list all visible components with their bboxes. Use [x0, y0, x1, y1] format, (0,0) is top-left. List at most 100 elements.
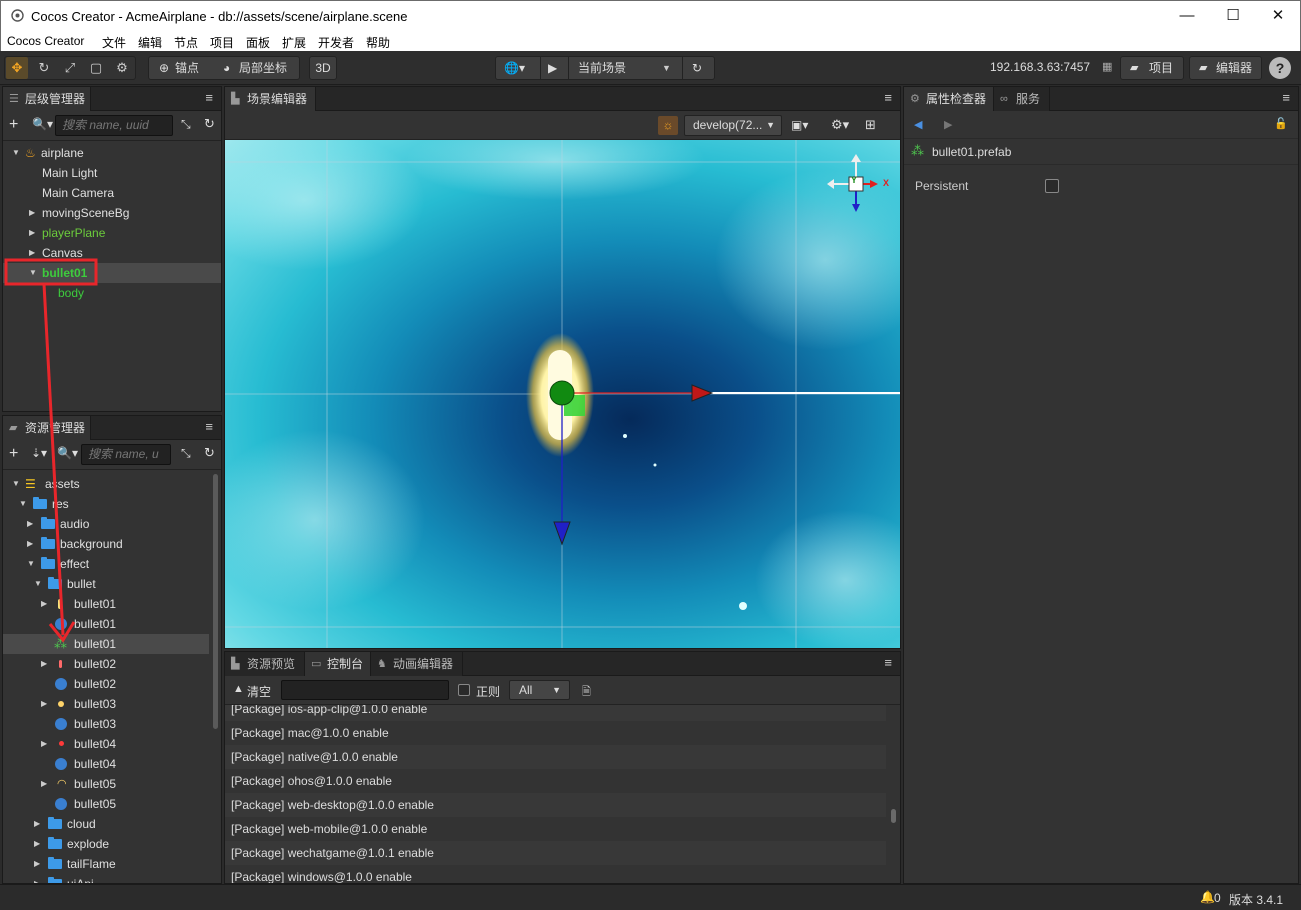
- asset-item-uiapi[interactable]: ▶ uiApi: [3, 874, 221, 883]
- console-scrollbar[interactable]: [891, 809, 896, 823]
- local-coord-button[interactable]: 局部坐标: [239, 57, 287, 79]
- menu-edit[interactable]: 编辑: [138, 34, 162, 51]
- add-node-icon[interactable]: +: [9, 116, 18, 134]
- expand-arrow-icon[interactable]: ▼: [27, 554, 37, 574]
- asset-item-bullet-folder[interactable]: ▼ bullet: [3, 574, 221, 594]
- build-select[interactable]: develop(72... ▼: [684, 115, 782, 136]
- tree-node-main-light[interactable]: Main Light: [3, 163, 221, 183]
- lock-icon[interactable]: 🔓: [1274, 117, 1288, 130]
- panel-menu-icon[interactable]: ≡: [884, 90, 892, 105]
- camera-icon[interactable]: ▣▾: [791, 118, 808, 132]
- asset-item-audio[interactable]: ▶ audio: [3, 514, 221, 534]
- maximize-button[interactable]: ☐: [1210, 1, 1256, 32]
- maximize-view-icon[interactable]: ⊞: [865, 117, 876, 133]
- menu-file[interactable]: 文件: [102, 34, 126, 51]
- menu-developer[interactable]: 开发者: [318, 34, 354, 51]
- tree-node-main-camera[interactable]: Main Camera: [3, 183, 221, 203]
- expand-arrow-icon[interactable]: ▼: [29, 263, 39, 283]
- add-asset-icon[interactable]: +: [9, 445, 18, 463]
- mode-3d-button[interactable]: 3D: [309, 56, 337, 80]
- asset-item-assets[interactable]: ▼ ☰ assets: [3, 474, 221, 494]
- move-center-handle[interactable]: [549, 380, 575, 406]
- asset-item-background[interactable]: ▶ background: [3, 534, 221, 554]
- forward-arrow-icon[interactable]: ▶: [944, 118, 952, 131]
- tab-scene-editor[interactable]: ▙ 场景编辑器: [225, 87, 316, 111]
- refresh-icon[interactable]: ↻: [692, 57, 702, 79]
- scale-tool-icon[interactable]: ⤢: [59, 57, 81, 79]
- tab-asset-preview[interactable]: ▙ 资源预览: [225, 652, 305, 676]
- console-filter-input[interactable]: [281, 680, 449, 700]
- expand-arrow-icon[interactable]: ▶: [41, 594, 51, 614]
- asset-item-bullet01-material[interactable]: bullet01: [3, 614, 221, 634]
- asset-item-res[interactable]: ▼ res: [3, 494, 221, 514]
- tab-console[interactable]: ▭ 控制台: [305, 652, 371, 676]
- expand-arrow-icon[interactable]: ▶: [41, 654, 51, 674]
- menu-cocos-creator[interactable]: Cocos Creator: [7, 34, 84, 48]
- expand-arrow-icon[interactable]: ▶: [34, 874, 44, 883]
- tree-node-body[interactable]: body: [3, 283, 221, 303]
- lighting-sun-icon[interactable]: ☼: [658, 116, 678, 135]
- menu-extension[interactable]: 扩展: [282, 34, 306, 51]
- expand-arrow-icon[interactable]: ▼: [34, 574, 44, 594]
- menu-project[interactable]: 项目: [210, 34, 234, 51]
- help-button[interactable]: ?: [1269, 57, 1291, 79]
- asset-item-tailflame[interactable]: ▶ tailFlame: [3, 854, 221, 874]
- chevron-down-icon[interactable]: ▼: [662, 57, 671, 79]
- tab-inspector[interactable]: ⚙ 属性检查器: [904, 87, 994, 111]
- assets-scrollbar[interactable]: [213, 474, 218, 729]
- asset-item-bullet04-texture[interactable]: ▶ bullet04: [3, 734, 221, 754]
- asset-item-bullet03-texture[interactable]: ▶ bullet03: [3, 694, 221, 714]
- scene-select[interactable]: 当前场景: [578, 57, 626, 79]
- expand-arrow-icon[interactable]: ▶: [29, 223, 39, 243]
- asset-item-bullet05-material[interactable]: bullet05: [3, 794, 221, 814]
- asset-item-effect[interactable]: ▼ effect: [3, 554, 221, 574]
- expand-arrow-icon[interactable]: ▶: [27, 534, 37, 554]
- asset-item-explode[interactable]: ▶ explode: [3, 834, 221, 854]
- asset-item-bullet02-material[interactable]: bullet02: [3, 674, 221, 694]
- platform-globe-icon[interactable]: 🌐▾: [504, 57, 525, 79]
- expand-arrow-icon[interactable]: ▶: [41, 734, 51, 754]
- menu-node[interactable]: 节点: [174, 34, 198, 51]
- close-button[interactable]: ✕: [1255, 1, 1301, 32]
- sort-icon[interactable]: ⇣▾: [31, 446, 47, 460]
- play-icon[interactable]: ▶: [548, 57, 557, 79]
- panel-menu-icon[interactable]: ≡: [1282, 90, 1290, 105]
- minimize-button[interactable]: —: [1164, 1, 1210, 32]
- search-filter-icon[interactable]: 🔍▾: [57, 446, 78, 460]
- expand-arrow-icon[interactable]: ▶: [34, 834, 44, 854]
- editor-button[interactable]: ▰ 编辑器: [1189, 56, 1262, 80]
- rect-tool-icon[interactable]: ▢: [85, 57, 107, 79]
- refresh-icon[interactable]: ↻: [204, 116, 215, 132]
- y-axis-arrow[interactable]: [553, 521, 571, 546]
- asset-item-bullet01-prefab[interactable]: ⁂ bullet01: [3, 634, 209, 654]
- asset-item-bullet03-material[interactable]: bullet03: [3, 714, 221, 734]
- expand-arrow-icon[interactable]: ▼: [19, 494, 29, 514]
- settings-gear-icon[interactable]: ⚙: [111, 57, 133, 79]
- scene-viewport[interactable]: Y X: [225, 140, 900, 648]
- qrcode-icon[interactable]: ▦: [1102, 60, 1112, 73]
- assets-search-input[interactable]: 搜索 name, u: [81, 444, 171, 465]
- tab-services[interactable]: ∞ 服务: [994, 87, 1050, 111]
- regex-checkbox[interactable]: [458, 684, 470, 696]
- tree-node-bullet01[interactable]: ▼ bullet01: [3, 263, 221, 283]
- expand-arrow-icon[interactable]: ▶: [34, 854, 44, 874]
- gear-icon[interactable]: ⚙▾: [831, 117, 849, 133]
- expand-arrow-icon[interactable]: ▶: [34, 814, 44, 834]
- menu-help[interactable]: 帮助: [366, 34, 390, 51]
- persistent-checkbox[interactable]: [1045, 179, 1059, 193]
- expand-arrow-icon[interactable]: ▶: [29, 203, 39, 223]
- panel-menu-icon[interactable]: ≡: [884, 655, 892, 670]
- tree-node-movingscenebg[interactable]: ▶ movingSceneBg: [3, 203, 221, 223]
- asset-item-bullet04-material[interactable]: bullet04: [3, 754, 221, 774]
- tab-assets[interactable]: ▰ 资源管理器: [3, 416, 91, 440]
- view-gizmo[interactable]: Y X: [825, 154, 893, 216]
- log-level-select[interactable]: All ▼: [509, 680, 570, 700]
- tab-hierarchy[interactable]: ☰ 层级管理器: [3, 87, 91, 111]
- asset-item-bullet02-texture[interactable]: ▶ bullet02: [3, 654, 221, 674]
- rotate-tool-icon[interactable]: ↻: [33, 57, 55, 79]
- search-filter-icon[interactable]: 🔍▾: [32, 117, 53, 131]
- expand-arrow-icon[interactable]: ▶: [41, 694, 51, 714]
- expand-arrow-icon[interactable]: ▶: [41, 774, 51, 794]
- panel-menu-icon[interactable]: ≡: [205, 90, 213, 105]
- expand-arrow-icon[interactable]: ▶: [27, 514, 37, 534]
